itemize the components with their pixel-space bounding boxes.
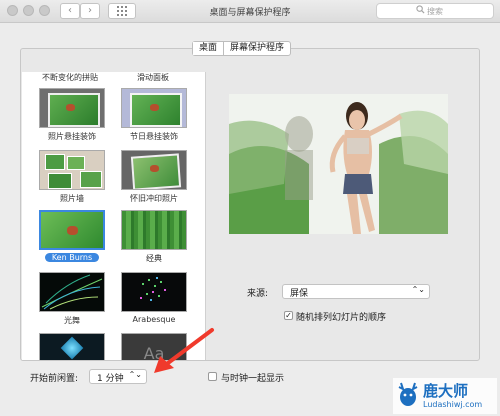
- screensaver-item[interactable]: 经典: [118, 210, 190, 264]
- search-field[interactable]: 搜索: [376, 3, 494, 19]
- screensaver-label-selected: Ken Burns: [44, 253, 100, 262]
- chevron-updown-icon: ⌃⌄: [128, 370, 142, 379]
- screensaver-thumbnail: [39, 150, 105, 190]
- screensaver-item[interactable]: Arabesque: [118, 272, 190, 324]
- watermark-url: Ludashiwj.com: [423, 400, 483, 409]
- screensaver-thumbnail: [121, 88, 187, 128]
- chevron-updown-icon: ⌃⌄: [411, 285, 425, 294]
- source-value: 屏保: [290, 289, 309, 299]
- screensaver-label: 经典: [146, 254, 162, 263]
- screensaver-label: 照片墙: [60, 194, 84, 203]
- screensaver-label: Arabesque: [132, 315, 176, 324]
- tab-screensaver[interactable]: 屏幕保护程序: [224, 42, 290, 55]
- screensaver-thumbnail: [121, 272, 187, 312]
- screensaver-list[interactable]: 不断变化的拼贴 滑动面板 照片悬挂装饰 节日悬挂装饰 照片墙 怀旧冲印照片 Ke…: [22, 72, 206, 360]
- screensaver-item[interactable]: 怀旧冲印照片: [118, 150, 190, 204]
- screensaver-label: 怀旧冲印照片: [130, 194, 178, 203]
- screensaver-label: 照片悬挂装饰: [48, 132, 96, 141]
- show-clock-label: 与时钟一起显示: [221, 374, 285, 384]
- screensaver-item[interactable]: 照片悬挂装饰: [36, 88, 108, 142]
- source-label: 来源:: [247, 289, 269, 299]
- annotation-arrow-icon: [154, 328, 214, 373]
- screensaver-item[interactable]: 节日悬挂装饰: [118, 88, 190, 142]
- screensaver-thumbnail: [121, 210, 187, 250]
- screensaver-thumbnail: [39, 88, 105, 128]
- screensaver-item[interactable]: Ken Burns: [36, 210, 108, 263]
- screensaver-thumbnail: [39, 333, 105, 360]
- title-bar: ‹ › 桌面与屏幕保护程序 搜索: [0, 0, 500, 23]
- shuffle-label: 随机排列幻灯片的顺序: [296, 313, 387, 323]
- screensaver-item[interactable]: 光舞: [36, 272, 108, 326]
- screensaver-item[interactable]: [36, 333, 108, 360]
- source-select[interactable]: 屏保 ⌃⌄: [282, 284, 430, 299]
- screensaver-label: 滑动面板: [137, 73, 169, 82]
- start-after-select[interactable]: 1 分钟 ⌃⌄: [89, 369, 147, 384]
- screensaver-preview: [229, 94, 448, 234]
- tab-bar: 桌面 屏幕保护程序: [192, 41, 292, 56]
- search-icon: [416, 5, 425, 16]
- screensaver-item[interactable]: 照片墙: [36, 150, 108, 204]
- search-placeholder: 搜索: [427, 7, 443, 16]
- watermark-logo: 鹿大师 Ludashiwj.com: [393, 378, 497, 414]
- watermark-name: 鹿大师: [423, 382, 469, 400]
- screensaver-item[interactable]: 滑动面板: [117, 72, 189, 83]
- tab-desktop[interactable]: 桌面: [193, 42, 225, 55]
- start-after-label: 开始前闲置:: [30, 374, 79, 384]
- screensaver-thumbnail: [121, 150, 187, 190]
- screensaver-label: 节日悬挂装饰: [130, 132, 178, 141]
- deer-logo-icon: [398, 382, 418, 406]
- screensaver-label: 光舞: [64, 316, 80, 325]
- screensaver-item[interactable]: 不断变化的拼贴: [34, 72, 106, 83]
- screensaver-thumbnail: [39, 210, 105, 250]
- screensaver-thumbnail: [39, 272, 105, 312]
- start-after-value: 1 分钟: [97, 374, 124, 384]
- screensaver-label: 不断变化的拼贴: [42, 73, 98, 82]
- shuffle-checkbox[interactable]: ✓: [284, 311, 293, 320]
